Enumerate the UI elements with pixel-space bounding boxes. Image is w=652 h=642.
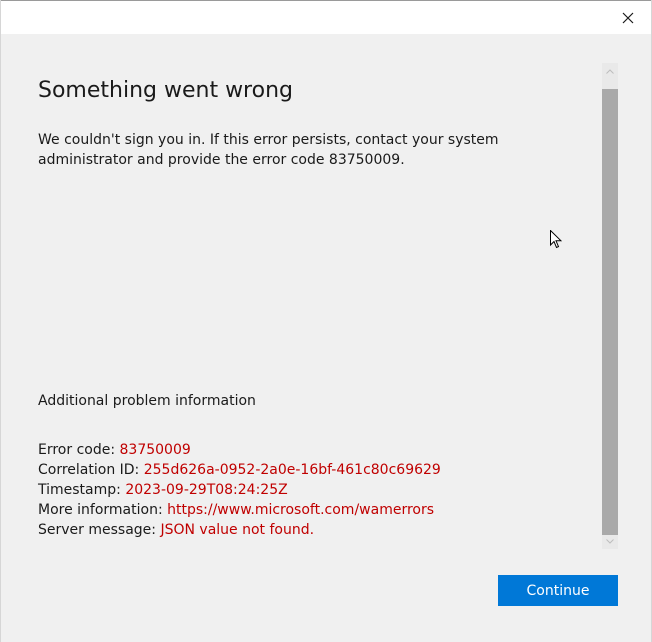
close-icon (622, 12, 634, 23)
error-message: We couldn't sign you in. If this error p… (38, 132, 499, 168)
scroll-up-button[interactable] (602, 63, 618, 79)
scroll-down-button[interactable] (602, 533, 618, 549)
server-message-label: Server message: (38, 522, 161, 538)
timestamp-label: Timestamp: (38, 482, 126, 498)
more-information-row: More information: https://www.microsoft.… (38, 500, 441, 520)
continue-button[interactable]: Continue (498, 575, 618, 606)
error-code-label: Error code: (38, 442, 120, 458)
timestamp-row: Timestamp: 2023-09-29T08:24:25Z (38, 480, 441, 500)
scrollbar-thumb[interactable] (602, 89, 618, 535)
title-bar (1, 0, 651, 34)
correlation-id-row: Correlation ID: 255d626a-0952-2a0e-16bf-… (38, 460, 441, 480)
more-information-link[interactable]: https://www.microsoft.com/wamerrors (167, 502, 434, 518)
vertical-scrollbar[interactable] (602, 63, 618, 549)
error-code-row: Error code: 83750009 (38, 440, 441, 460)
additional-info-details: Error code: 83750009 Correlation ID: 255… (38, 440, 441, 540)
timestamp-value: 2023-09-29T08:24:25Z (125, 482, 288, 498)
more-information-label: More information: (38, 502, 168, 518)
mouse-pointer-icon (550, 230, 562, 249)
server-message-value: JSON value not found. (160, 522, 315, 538)
close-button[interactable] (605, 1, 651, 34)
chevron-up-icon (606, 68, 614, 74)
chevron-down-icon (606, 538, 614, 544)
error-dialog: Something went wrong We couldn't sign yo… (0, 0, 652, 642)
error-heading: Something went wrong (38, 78, 293, 103)
correlation-id-label: Correlation ID: (38, 462, 144, 478)
additional-info-title: Additional problem information (38, 393, 256, 409)
server-message-row: Server message: JSON value not found. (38, 520, 441, 540)
correlation-id-value: 255d626a-0952-2a0e-16bf-461c80c69629 (143, 462, 441, 478)
error-code-value: 83750009 (119, 442, 191, 458)
